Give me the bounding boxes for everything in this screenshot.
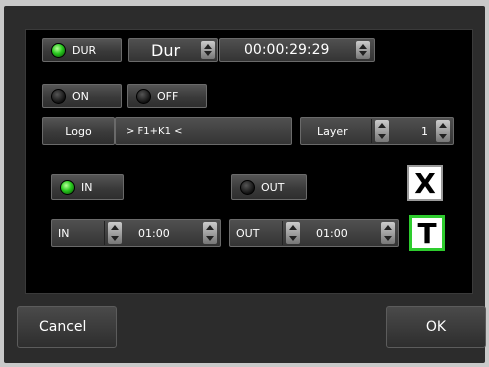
out-time-spinner-right-icon[interactable] <box>381 222 395 244</box>
out-time-field[interactable]: OUT 01:00 <box>229 219 399 247</box>
out-led-indicator <box>240 179 255 195</box>
duration-mode-spinner-icon[interactable] <box>201 41 215 59</box>
duration-time-value: 00:00:29:29 <box>244 42 330 58</box>
dur-toggle-button[interactable]: DUR <box>42 38 122 62</box>
duration-time-spinner-icon[interactable] <box>356 41 370 59</box>
dur-toggle-label: DUR <box>72 43 97 57</box>
in-time-value: 01:00 <box>138 226 170 240</box>
out-toggle-label: OUT <box>261 180 285 194</box>
in-time-spinner-right-icon[interactable] <box>203 222 217 244</box>
settings-panel <box>25 29 473 294</box>
close-icon[interactable]: X <box>407 165 443 201</box>
off-button[interactable]: OFF <box>127 84 207 108</box>
out-time-value: 01:00 <box>316 226 348 240</box>
logo-value-text: > F1+K1 < <box>126 125 183 137</box>
logo-button[interactable]: Logo <box>42 117 115 145</box>
dur-led-indicator <box>51 42 66 58</box>
text-icon-glyph: T <box>417 216 437 250</box>
in-toggle-label: IN <box>81 180 93 194</box>
layer-spinner-left-icon[interactable] <box>375 120 389 142</box>
out-toggle-button[interactable]: OUT <box>231 174 307 200</box>
layer-spinner-right-icon[interactable] <box>436 120 450 142</box>
text-icon[interactable]: T <box>409 215 445 251</box>
on-button-label: ON <box>72 89 89 103</box>
in-toggle-button[interactable]: IN <box>51 174 124 200</box>
ok-button-label: OK <box>425 319 447 335</box>
in-time-spinner-left-icon[interactable] <box>108 222 122 244</box>
off-button-label: OFF <box>157 89 179 103</box>
off-led-indicator <box>136 88 151 104</box>
on-led-indicator <box>51 88 66 104</box>
ok-button[interactable]: OK <box>386 306 486 348</box>
out-time-label: OUT <box>236 226 260 240</box>
layer-field[interactable]: Layer 1 <box>300 117 454 145</box>
in-led-indicator <box>60 179 75 195</box>
cancel-button-label: Cancel <box>39 319 87 335</box>
duration-time-field[interactable]: 00:00:29:29 <box>219 38 375 62</box>
in-time-label: IN <box>58 226 70 240</box>
out-time-divider <box>282 221 283 245</box>
logo-value-field[interactable]: > F1+K1 < <box>115 117 292 145</box>
duration-mode-select[interactable]: Dur <box>128 38 218 62</box>
layer-label: Layer <box>317 124 348 138</box>
logo-button-label: Logo <box>65 124 92 138</box>
layer-divider <box>371 119 372 143</box>
on-button[interactable]: ON <box>42 84 122 108</box>
in-time-divider <box>104 221 105 245</box>
in-time-field[interactable]: IN 01:00 <box>51 219 221 247</box>
out-time-spinner-left-icon[interactable] <box>286 222 300 244</box>
duration-mode-value: Dur <box>151 40 181 60</box>
cancel-button[interactable]: Cancel <box>17 306 117 348</box>
close-icon-glyph: X <box>414 166 436 200</box>
dialog-root: DUR Dur 00:00:29:29 ON OFF Logo > F1+K1 … <box>0 0 489 367</box>
layer-value: 1 <box>421 124 428 138</box>
